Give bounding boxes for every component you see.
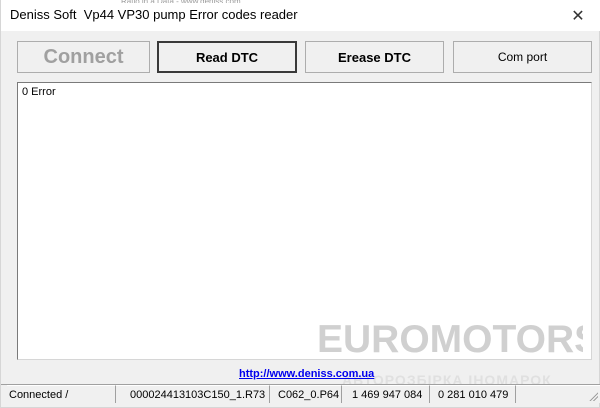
- clipped-background-text: Ratio in a Data - www.deniss.com: [121, 0, 351, 3]
- status-calibration-file: C062_0.P64: [269, 385, 341, 403]
- connect-button-label: Connect: [43, 45, 124, 68]
- erease-dtc-button-label: Erease DTC: [338, 49, 411, 65]
- close-button[interactable]: ✕: [555, 0, 600, 31]
- read-dtc-button-label: Read DTC: [195, 49, 259, 65]
- com-port-button-label: Com port: [497, 50, 548, 64]
- main-window: Ratio in a Data - www.deniss.com Deniss …: [0, 0, 600, 408]
- status-firmware-file: 000024413103C150_1.R73: [115, 385, 269, 403]
- resize-grip-icon[interactable]: [587, 390, 598, 401]
- output-text: 0 Error: [22, 86, 56, 98]
- status-bar: Connected / 000024413103C150_1.R73 C062_…: [1, 384, 600, 403]
- title-bar[interactable]: Ratio in a Data - www.deniss.com Deniss …: [1, 0, 600, 31]
- status-pump-number: 1 469 947 084: [341, 385, 429, 403]
- watermark-logo: EUROMOTORS АВТОРОЗБІРКА ІНОМАРОК: [317, 318, 583, 392]
- com-port-button[interactable]: Com port: [453, 41, 592, 73]
- window-title: Deniss Soft Vp44 VP30 pump Error codes r…: [10, 7, 298, 22]
- erease-dtc-button[interactable]: Erease DTC: [305, 41, 444, 73]
- watermark-brand: EUROMOTORS: [317, 318, 583, 361]
- read-dtc-button[interactable]: Read DTC: [157, 41, 297, 73]
- website-link[interactable]: http://www.deniss.com.ua: [239, 368, 374, 380]
- status-connection: Connected /: [7, 385, 115, 403]
- close-icon: ✕: [571, 7, 585, 25]
- status-part-number: 0 281 010 479: [429, 385, 515, 403]
- connect-button[interactable]: Connect: [17, 41, 150, 73]
